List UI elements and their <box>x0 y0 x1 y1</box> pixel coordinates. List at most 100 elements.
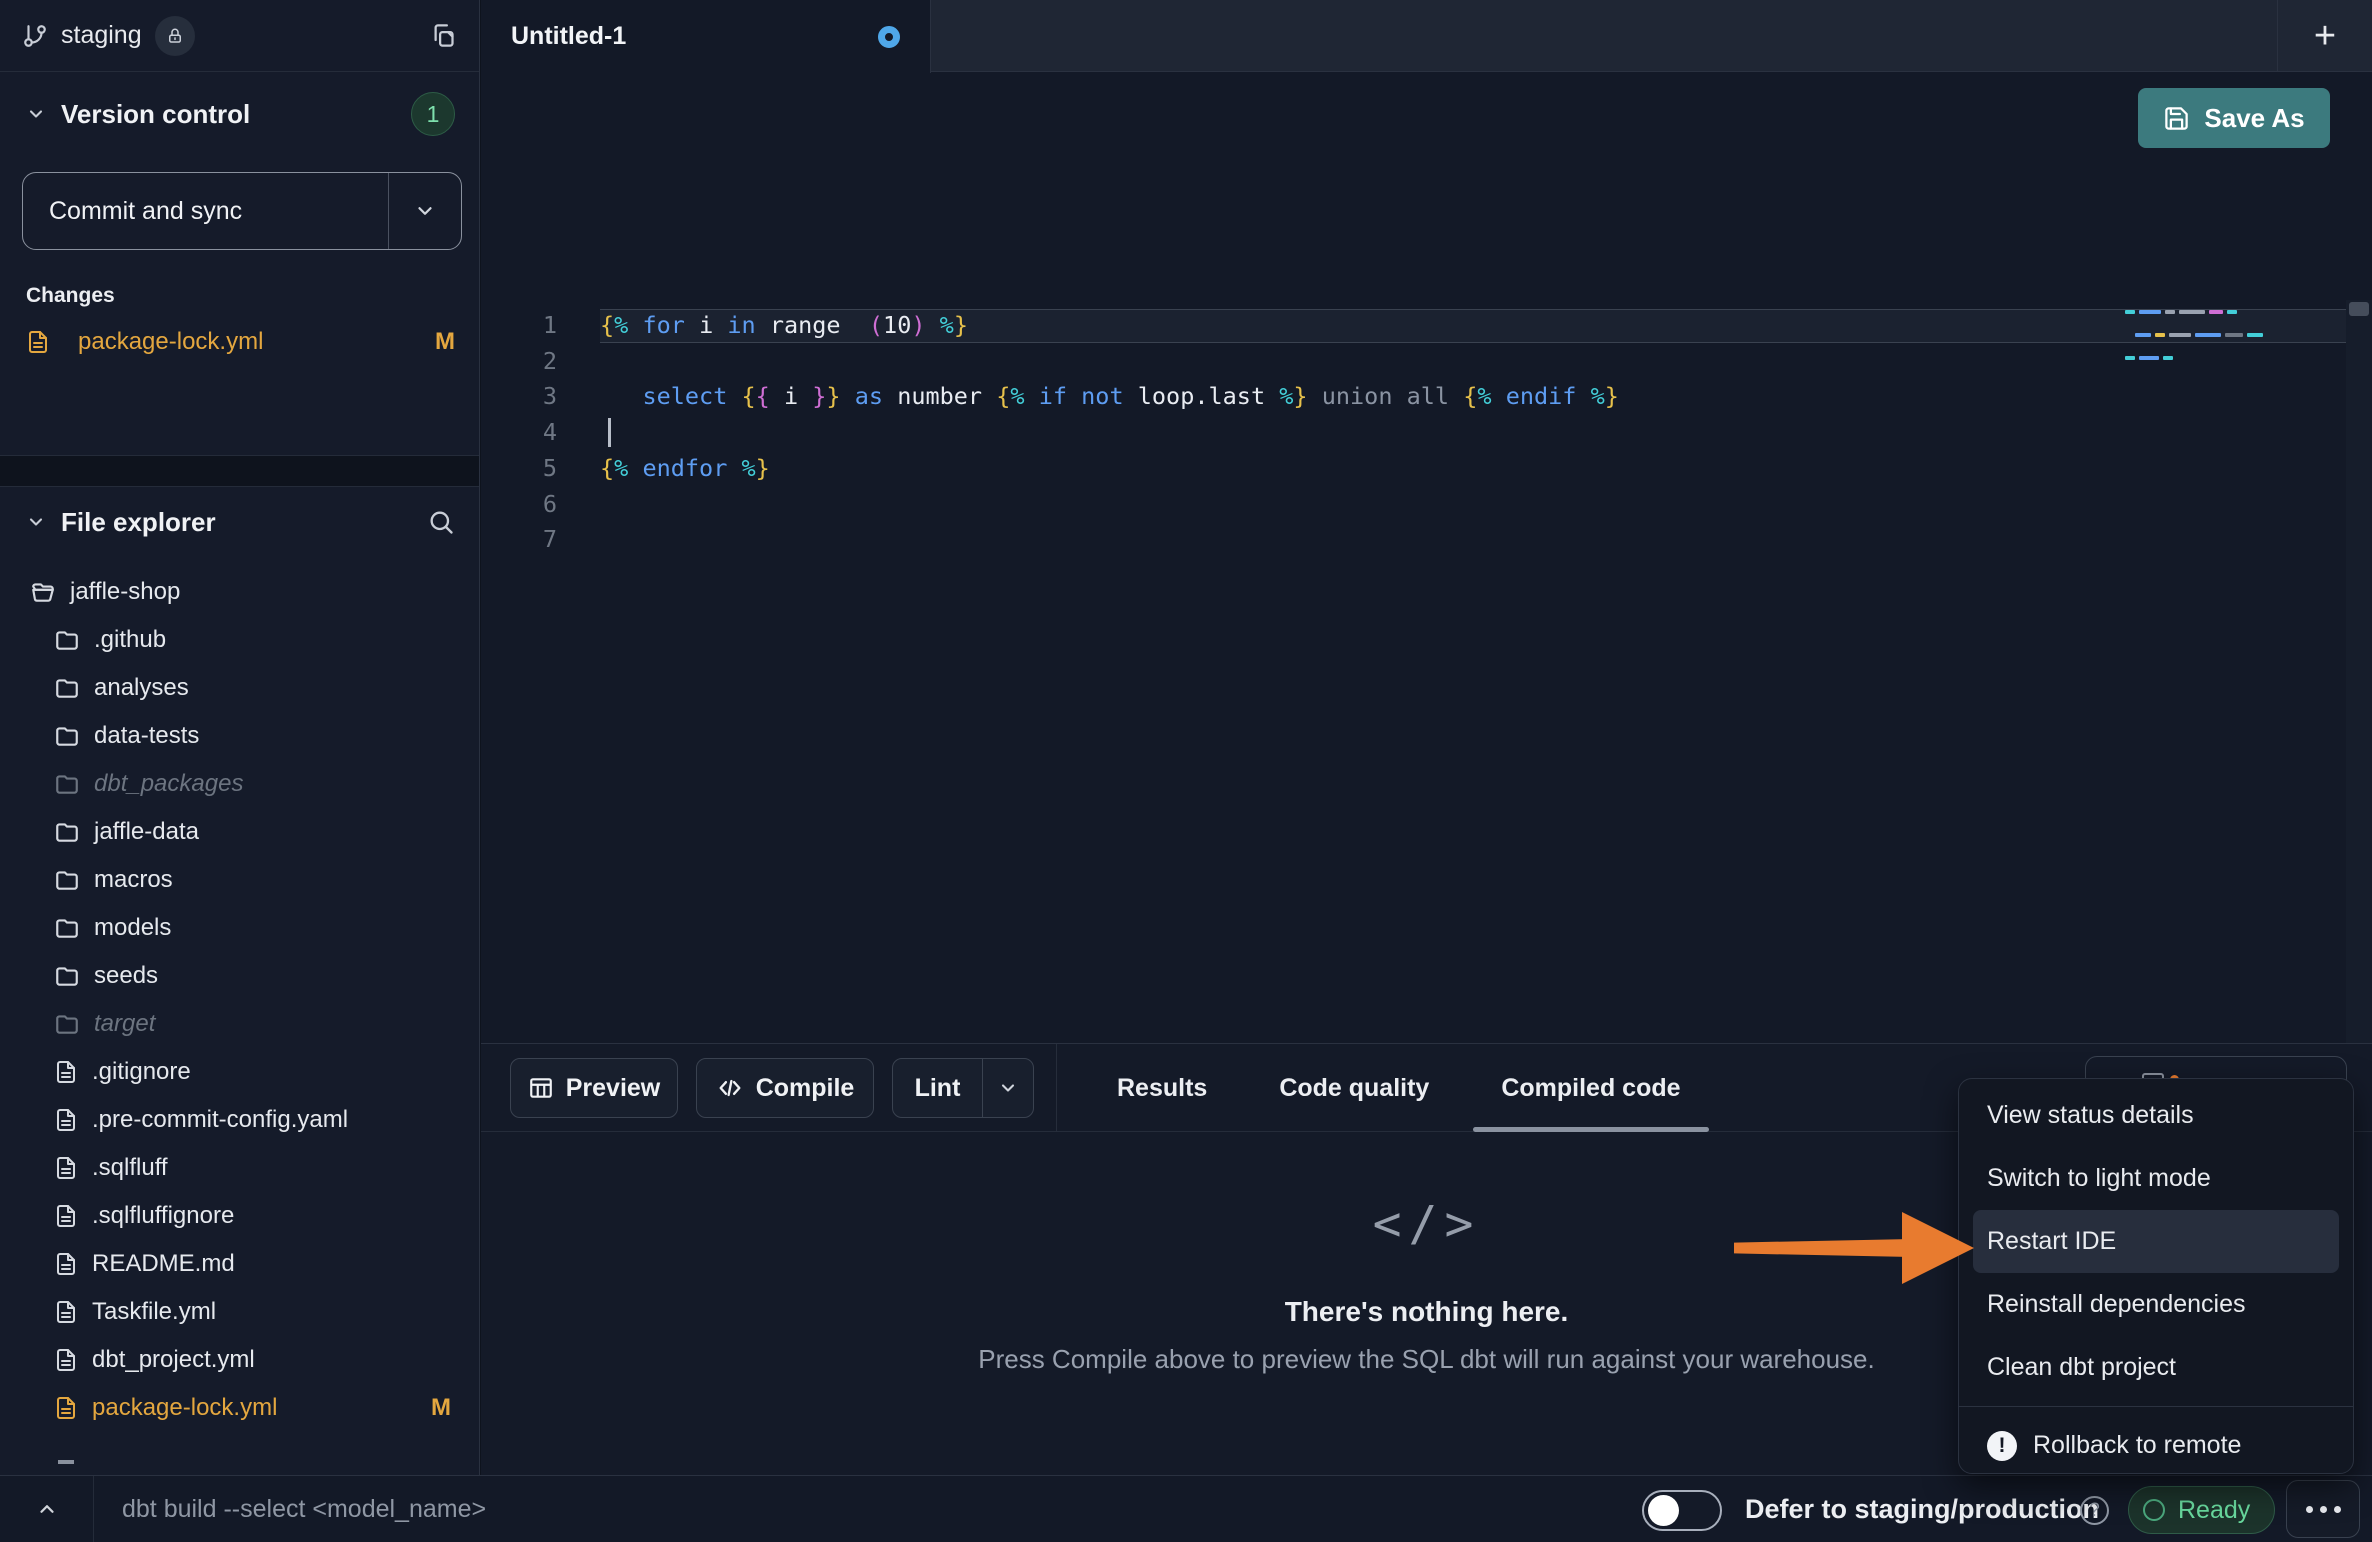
file-icon <box>54 1060 78 1084</box>
code-slash-icon: </> <box>1373 1196 1481 1252</box>
compile-button[interactable]: Compile <box>696 1058 874 1118</box>
tree-item[interactable]: jaffle-data <box>0 808 479 856</box>
help-icon[interactable]: ? <box>2080 1496 2109 1525</box>
changes-label: Changes <box>26 284 115 308</box>
version-control-title: Version control <box>61 99 250 130</box>
modified-status-badge: M <box>435 328 455 356</box>
tree-item-label: .pre-commit-config.yaml <box>92 1106 348 1134</box>
tree-item[interactable]: macros <box>0 856 479 904</box>
changed-file-row[interactable]: package-lock.yml M <box>26 320 455 364</box>
tree-item[interactable]: dbt_packages <box>0 760 479 808</box>
file-icon <box>54 1252 78 1276</box>
modified-status-badge: M <box>431 1394 451 1422</box>
menu-item-reinstall-dependencies[interactable]: Reinstall dependencies <box>1959 1273 2353 1336</box>
file-icon <box>54 1204 78 1228</box>
lint-button[interactable]: Lint <box>892 1058 1034 1118</box>
tree-item[interactable]: seeds <box>0 952 479 1000</box>
empty-state-title: There's nothing here. <box>1285 1296 1569 1328</box>
file-icon <box>54 1300 78 1324</box>
command-input[interactable]: dbt build --select <model_name> <box>122 1476 486 1542</box>
menu-item-switch-to-light-mode[interactable]: Switch to light mode <box>1959 1147 2353 1210</box>
preview-button[interactable]: Preview <box>510 1058 678 1118</box>
command-bar: dbt build --select <model_name> Defer to… <box>0 1475 2372 1542</box>
code-editor[interactable]: 1234567 {% for i in range (10) %} select… <box>481 150 2372 1043</box>
menu-item-view-status-details[interactable]: View status details <box>1959 1084 2353 1147</box>
save-as-label: Save As <box>2204 103 2304 134</box>
tree-item-label: package-lock.yml <box>92 1394 277 1422</box>
tree-item[interactable]: .pre-commit-config.yaml <box>0 1096 479 1144</box>
unsaved-dot-icon[interactable] <box>878 26 900 48</box>
folder-icon <box>54 915 80 941</box>
tree-item-label: target <box>94 1010 155 1038</box>
expand-command-bar-button[interactable] <box>0 1476 94 1542</box>
chevron-down-icon[interactable] <box>983 1078 1033 1098</box>
menu-item-label: Switch to light mode <box>1987 1164 2211 1193</box>
tab-code-quality[interactable]: Code quality <box>1273 1044 1435 1132</box>
tree-item[interactable]: package-lock.yml M <box>0 1384 479 1432</box>
menu-item-label: Rollback to remote <box>2033 1431 2241 1460</box>
tree-item-label: .github <box>94 626 166 654</box>
compile-label: Compile <box>756 1074 855 1103</box>
defer-label: Defer to staging/production <box>1745 1476 2099 1542</box>
table-icon <box>528 1075 554 1101</box>
chevron-down-icon[interactable] <box>389 173 461 249</box>
chevron-down-icon <box>26 512 46 532</box>
copy-icon[interactable] <box>430 22 457 49</box>
empty-state-subtitle: Press Compile above to preview the SQL d… <box>978 1344 1875 1375</box>
tree-item[interactable]: .sqlfluffignore <box>0 1192 479 1240</box>
search-icon[interactable] <box>427 508 455 536</box>
tree-item[interactable]: jaffle-shop <box>0 568 479 616</box>
tab-bar: Untitled-1 + <box>481 0 2372 72</box>
line-number: 7 <box>481 522 557 558</box>
status-badge[interactable]: Ready <box>2128 1486 2275 1534</box>
file-icon <box>54 1348 78 1372</box>
tree-item[interactable]: target <box>0 1000 479 1048</box>
tree-item[interactable]: .sqlfluff <box>0 1144 479 1192</box>
version-control-header[interactable]: Version control 1 <box>26 92 455 136</box>
tab-results[interactable]: Results <box>1111 1044 1213 1132</box>
code-line <box>600 487 1619 523</box>
tree-item-label: .gitignore <box>92 1058 191 1086</box>
menu-item-rollback-to-remote[interactable]: !Rollback to remote <box>1959 1414 2353 1474</box>
commit-and-sync-button[interactable]: Commit and sync <box>22 172 462 250</box>
file-explorer-header[interactable]: File explorer <box>26 500 455 544</box>
tree-item[interactable]: data-tests <box>0 712 479 760</box>
code-line: select {{ i }} as number {% if not loop.… <box>600 379 1619 415</box>
code-line: {% endfor %} <box>600 451 1619 487</box>
minimap[interactable] <box>2125 310 2275 379</box>
ready-circle-icon <box>2143 1499 2165 1521</box>
preview-label: Preview <box>566 1074 661 1103</box>
tree-item-partial <box>58 1460 74 1464</box>
pointer-arrow-head <box>1902 1212 1974 1284</box>
file-icon <box>26 330 50 354</box>
more-options-button[interactable] <box>2286 1480 2360 1538</box>
tab-untitled-1[interactable]: Untitled-1 <box>481 0 931 73</box>
defer-toggle[interactable] <box>1642 1490 1722 1531</box>
folder-icon <box>54 771 80 797</box>
file-icon <box>54 1156 78 1180</box>
menu-item-clean-dbt-project[interactable]: Clean dbt project <box>1959 1336 2353 1399</box>
tree-item[interactable]: Taskfile.yml <box>0 1288 479 1336</box>
line-number-gutter: 1234567 <box>481 308 571 558</box>
file-icon <box>54 1108 78 1132</box>
lint-label: Lint <box>893 1074 982 1103</box>
folder-icon <box>54 723 80 749</box>
save-icon <box>2163 105 2190 132</box>
tree-item-label: dbt_project.yml <box>92 1346 255 1374</box>
line-number: 1 <box>481 308 557 344</box>
tree-item[interactable]: analyses <box>0 664 479 712</box>
folder-icon <box>54 675 80 701</box>
git-branch-icon <box>22 23 48 49</box>
tree-item[interactable]: README.md <box>0 1240 479 1288</box>
tree-item[interactable]: models <box>0 904 479 952</box>
commit-button-label: Commit and sync <box>23 173 388 249</box>
save-as-button[interactable]: Save As <box>2138 88 2330 148</box>
tree-item[interactable]: dbt_project.yml <box>0 1336 479 1384</box>
new-tab-button[interactable]: + <box>2278 0 2372 72</box>
scrollbar-thumb[interactable] <box>2349 302 2369 316</box>
tree-item[interactable]: .github <box>0 616 479 664</box>
menu-item-restart-ide[interactable]: Restart IDE <box>1973 1210 2339 1273</box>
menu-separator <box>1959 1406 2353 1407</box>
tree-item[interactable]: .gitignore <box>0 1048 479 1096</box>
tab-compiled-code[interactable]: Compiled code <box>1495 1044 1686 1132</box>
